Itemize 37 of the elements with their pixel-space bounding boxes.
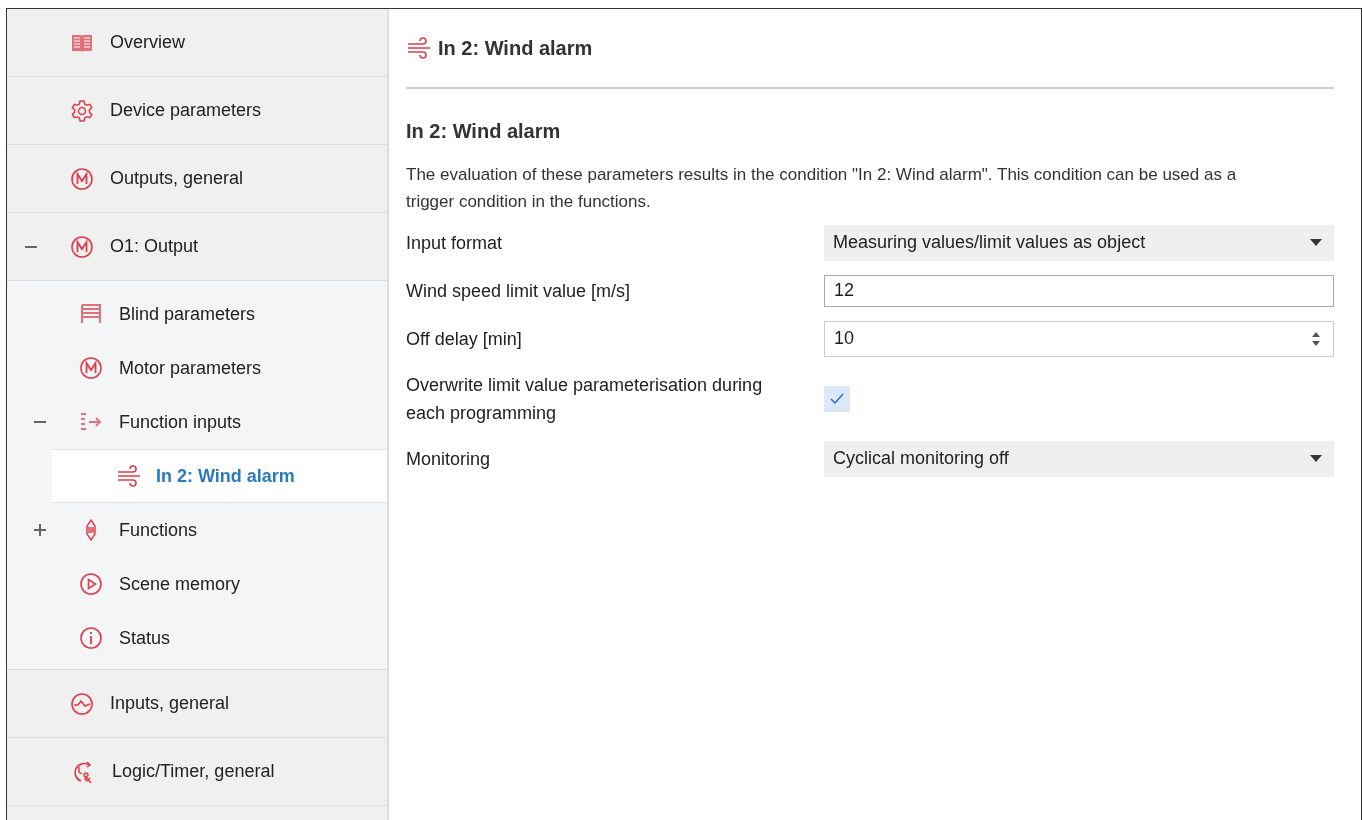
number-field[interactable]: 10 xyxy=(824,320,1334,357)
sidebar-item[interactable]: Status xyxy=(7,611,387,665)
motor-icon xyxy=(70,166,94,191)
expand-icon[interactable] xyxy=(33,523,47,537)
dropdown[interactable]: Measuring values/limit values as object xyxy=(824,224,1334,261)
motor-icon xyxy=(70,234,94,259)
field-label: Off delay [min] xyxy=(406,327,523,351)
blind-icon xyxy=(79,302,103,326)
field-label: Overwrite limit value parameterisation during each programming xyxy=(406,373,764,425)
sidebar-item[interactable]: Inputs, general xyxy=(7,670,387,738)
page-title: In 2: Wind alarm xyxy=(438,36,593,60)
caret-icon xyxy=(1310,454,1322,463)
signal-circle-icon xyxy=(70,691,94,716)
sidebar-item[interactable]: Blind parameters xyxy=(7,287,387,341)
sidebar-item[interactable]: Outputs, general xyxy=(7,145,387,213)
sidebar-item[interactable]: Scene memory xyxy=(7,557,387,611)
field-label: Monitoring xyxy=(406,447,492,471)
sidebar-item[interactable]: Overview xyxy=(7,9,387,77)
check-icon xyxy=(829,391,845,406)
section-heading: In 2: Wind alarm xyxy=(406,119,562,143)
sidebar-item[interactable]: Device parameters xyxy=(7,77,387,145)
motor-icon xyxy=(79,356,103,380)
sidebar-item[interactable]: In 2: Wind alarm xyxy=(52,449,387,503)
sidebar-item[interactable]: Motor parameters xyxy=(7,341,387,395)
settings-icon xyxy=(70,98,94,123)
play-circle-icon xyxy=(79,572,103,596)
field-label: Input format xyxy=(406,231,504,255)
sidebar-item[interactable]: Function inputs xyxy=(7,395,387,449)
caret-icon xyxy=(1310,238,1322,247)
info-icon xyxy=(79,626,103,650)
description-text: The evaluation of these parameters results in the condition "In 2: Wind alarm". This condition can be used as a trigger condition in the functions. xyxy=(406,163,1238,213)
input-field[interactable]: 12 xyxy=(824,274,1334,307)
sidebar-item[interactable]: Functions xyxy=(7,503,387,557)
dropdown[interactable]: Cyclical monitoring off xyxy=(824,440,1334,477)
sidebar-item[interactable]: Logic/Timer, general xyxy=(7,738,387,806)
checkbox[interactable] xyxy=(824,385,850,412)
field-label: Wind speed limit value [m/s] xyxy=(406,279,632,303)
